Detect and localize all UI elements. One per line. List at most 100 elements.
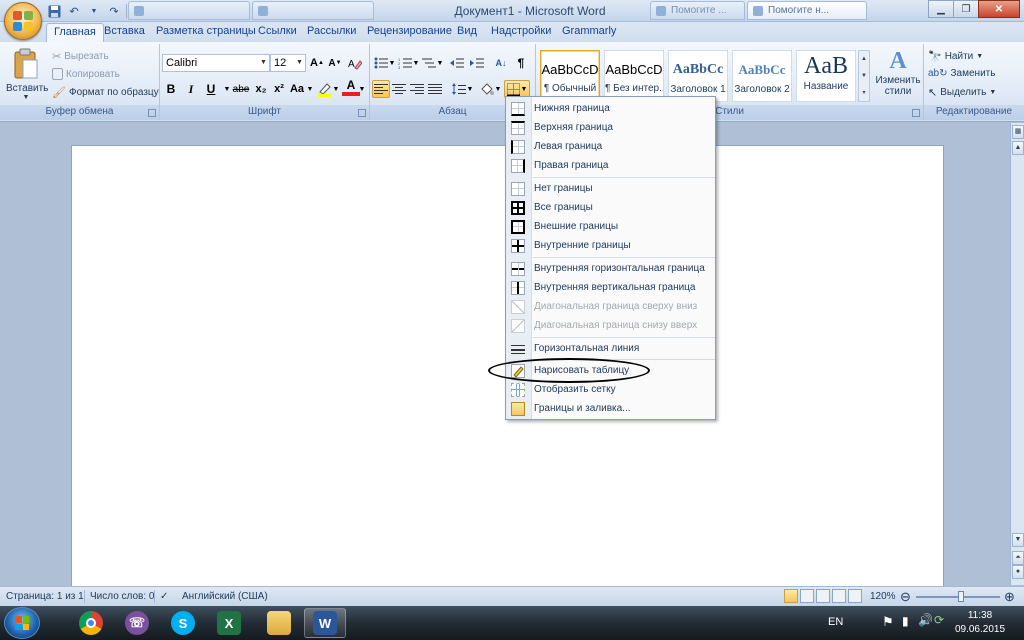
browse-object-icon[interactable]: ● <box>1012 565 1024 579</box>
shrink-font-icon[interactable]: A ▼ <box>326 54 344 72</box>
viber-taskbar-button[interactable]: ☏ <box>116 608 158 638</box>
menu-item-bottom-border[interactable]: Нижняя граница <box>506 99 715 118</box>
chevron-down-icon[interactable]: ▼ <box>436 54 444 72</box>
tab-references[interactable]: Ссылки <box>258 25 297 37</box>
word-taskbar-button[interactable]: W <box>304 608 346 638</box>
proofing-icon[interactable]: ✓ <box>160 591 168 602</box>
replace-button[interactable]: ab↻ Заменить <box>928 68 995 79</box>
align-center-icon[interactable] <box>390 80 408 98</box>
chevron-down-icon[interactable]: ▼ <box>306 80 314 98</box>
grow-font-icon[interactable]: A ▲ <box>308 54 326 72</box>
word-count[interactable]: Число слов: 0 <box>90 591 154 602</box>
menu-item-inside-borders[interactable]: Внутренние границы <box>506 236 715 255</box>
increase-indent-icon[interactable] <box>468 54 486 72</box>
zoom-in-icon[interactable]: ⊕ <box>1004 589 1015 605</box>
excel-taskbar-button[interactable]: X <box>208 608 250 638</box>
save-icon[interactable] <box>46 3 62 19</box>
styles-scroll[interactable]: ▲ ▼ ▾ <box>858 50 870 102</box>
bold-button[interactable]: B <box>162 80 180 98</box>
undo-icon[interactable]: ↶ <box>66 3 82 19</box>
dialog-launcher-icon[interactable] <box>148 109 156 117</box>
input-language[interactable]: EN <box>828 616 843 628</box>
network-icon[interactable]: ▮ <box>902 614 909 628</box>
cut-button[interactable]: ✂ Вырезать <box>52 50 109 63</box>
volume-icon[interactable]: 🔊 <box>918 613 933 627</box>
zoom-slider-thumb[interactable] <box>958 591 964 602</box>
tab-insert[interactable]: Вставка <box>104 25 145 37</box>
previous-page-icon[interactable]: ⏶ <box>1012 551 1024 565</box>
align-right-icon[interactable] <box>408 80 426 98</box>
menu-item-top-border[interactable]: Верхняя граница <box>506 118 715 137</box>
browser-tab[interactable] <box>128 1 250 20</box>
tab-review[interactable]: Рецензирование <box>367 25 452 37</box>
browser-tab[interactable] <box>252 1 374 20</box>
browser-tab[interactable]: Помогите ... <box>650 1 745 20</box>
chevron-down-icon[interactable]: ▼ <box>412 54 420 72</box>
copy-button[interactable]: Копировать <box>52 68 120 80</box>
select-button[interactable]: ↖ Выделить ▼ <box>928 86 996 99</box>
format-painter-button[interactable]: 🖌 Формат по образцу <box>52 86 159 99</box>
redo-icon[interactable]: ↷ <box>106 3 122 19</box>
align-left-icon[interactable] <box>372 80 390 98</box>
change-styles-button[interactable]: A Изменить стили <box>874 48 922 104</box>
clear-formatting-icon[interactable]: A <box>346 54 364 72</box>
minimize-button[interactable]: ▁ <box>928 0 954 18</box>
chevron-down-icon[interactable]: ▼ <box>388 54 396 72</box>
language-indicator[interactable]: Английский (США) <box>182 591 268 602</box>
menu-item-inside-vertical-border[interactable]: Внутренняя вертикальная граница <box>506 278 715 297</box>
tab-grammarly[interactable]: Grammarly <box>562 25 616 37</box>
style-heading-1[interactable]: AaBbCc Заголовок 1 <box>668 50 728 102</box>
tab-home[interactable]: Главная <box>46 23 104 43</box>
menu-item-left-border[interactable]: Левая граница <box>506 137 715 156</box>
sort-icon[interactable]: A↓ <box>492 54 510 72</box>
flag-icon[interactable]: ⚑ <box>882 614 894 630</box>
paste-button[interactable]: Вставить ▼ <box>6 46 48 102</box>
find-button[interactable]: 🔭 Найти ▼ <box>928 50 983 63</box>
close-button[interactable]: ✕ <box>978 0 1020 18</box>
decrease-indent-icon[interactable] <box>448 54 466 72</box>
zoom-out-icon[interactable]: ⊖ <box>900 589 911 605</box>
explorer-taskbar-button[interactable] <box>258 608 300 638</box>
scroll-down-icon[interactable]: ▼ <box>1012 533 1024 547</box>
menu-item-no-border[interactable]: Нет границы <box>506 179 715 198</box>
pilcrow-icon[interactable]: ¶ <box>512 54 530 72</box>
full-screen-reading-icon[interactable] <box>800 589 814 603</box>
menu-item-horizontal-line[interactable]: Горизонтальная линия <box>506 339 715 358</box>
scroll-up-icon[interactable]: ▲ <box>1012 141 1024 155</box>
chrome-taskbar-button[interactable] <box>70 608 112 638</box>
draft-icon[interactable] <box>848 589 862 603</box>
change-case-button[interactable]: Aa <box>288 80 306 98</box>
menu-item-view-gridlines[interactable]: Отобразить сетку <box>506 380 715 399</box>
browser-tab[interactable]: Помогите н... <box>747 1 867 20</box>
chevron-down-icon[interactable]: ▼ <box>332 80 340 98</box>
page-count[interactable]: Страница: 1 из 1 <box>6 591 84 602</box>
tab-page-layout[interactable]: Разметка страницы <box>156 25 256 37</box>
menu-item-all-borders[interactable]: Все границы <box>506 198 715 217</box>
style-title[interactable]: AaB Название <box>796 50 856 102</box>
chevron-down-icon[interactable]: ▼ <box>494 80 502 98</box>
web-layout-icon[interactable] <box>816 589 830 603</box>
ruler-toggle-icon[interactable]: ▦ <box>1012 125 1024 139</box>
justify-icon[interactable] <box>426 80 444 98</box>
superscript-button[interactable]: x² <box>270 80 288 98</box>
zoom-level[interactable]: 120% <box>870 591 896 602</box>
start-button[interactable] <box>4 607 40 639</box>
italic-button[interactable]: I <box>182 80 200 98</box>
strikethrough-button[interactable]: abe <box>230 80 252 98</box>
subscript-button[interactable]: x₂ <box>252 80 270 98</box>
menu-item-right-border[interactable]: Правая граница <box>506 156 715 175</box>
tab-view[interactable]: Вид <box>457 25 477 37</box>
print-layout-icon[interactable] <box>784 589 798 603</box>
skype-taskbar-button[interactable]: S <box>162 608 204 638</box>
clock[interactable]: 11:38 09.06.2015 <box>950 609 1010 637</box>
dialog-launcher-icon[interactable] <box>912 109 920 117</box>
tab-mailings[interactable]: Рассылки <box>307 25 356 37</box>
office-button[interactable] <box>4 2 42 40</box>
menu-item-outside-borders[interactable]: Внешние границы <box>506 217 715 236</box>
style-no-spacing[interactable]: AaBbCcD ¶ Без интер... <box>604 50 664 102</box>
dialog-launcher-icon[interactable] <box>358 109 366 117</box>
restore-button[interactable]: ❐ <box>953 0 979 18</box>
chevron-down-icon[interactable]: ▼ <box>466 80 474 98</box>
font-name-combo[interactable]: Calibri ▼ <box>162 54 270 72</box>
style-heading-2[interactable]: AaBbCc Заголовок 2 <box>732 50 792 102</box>
